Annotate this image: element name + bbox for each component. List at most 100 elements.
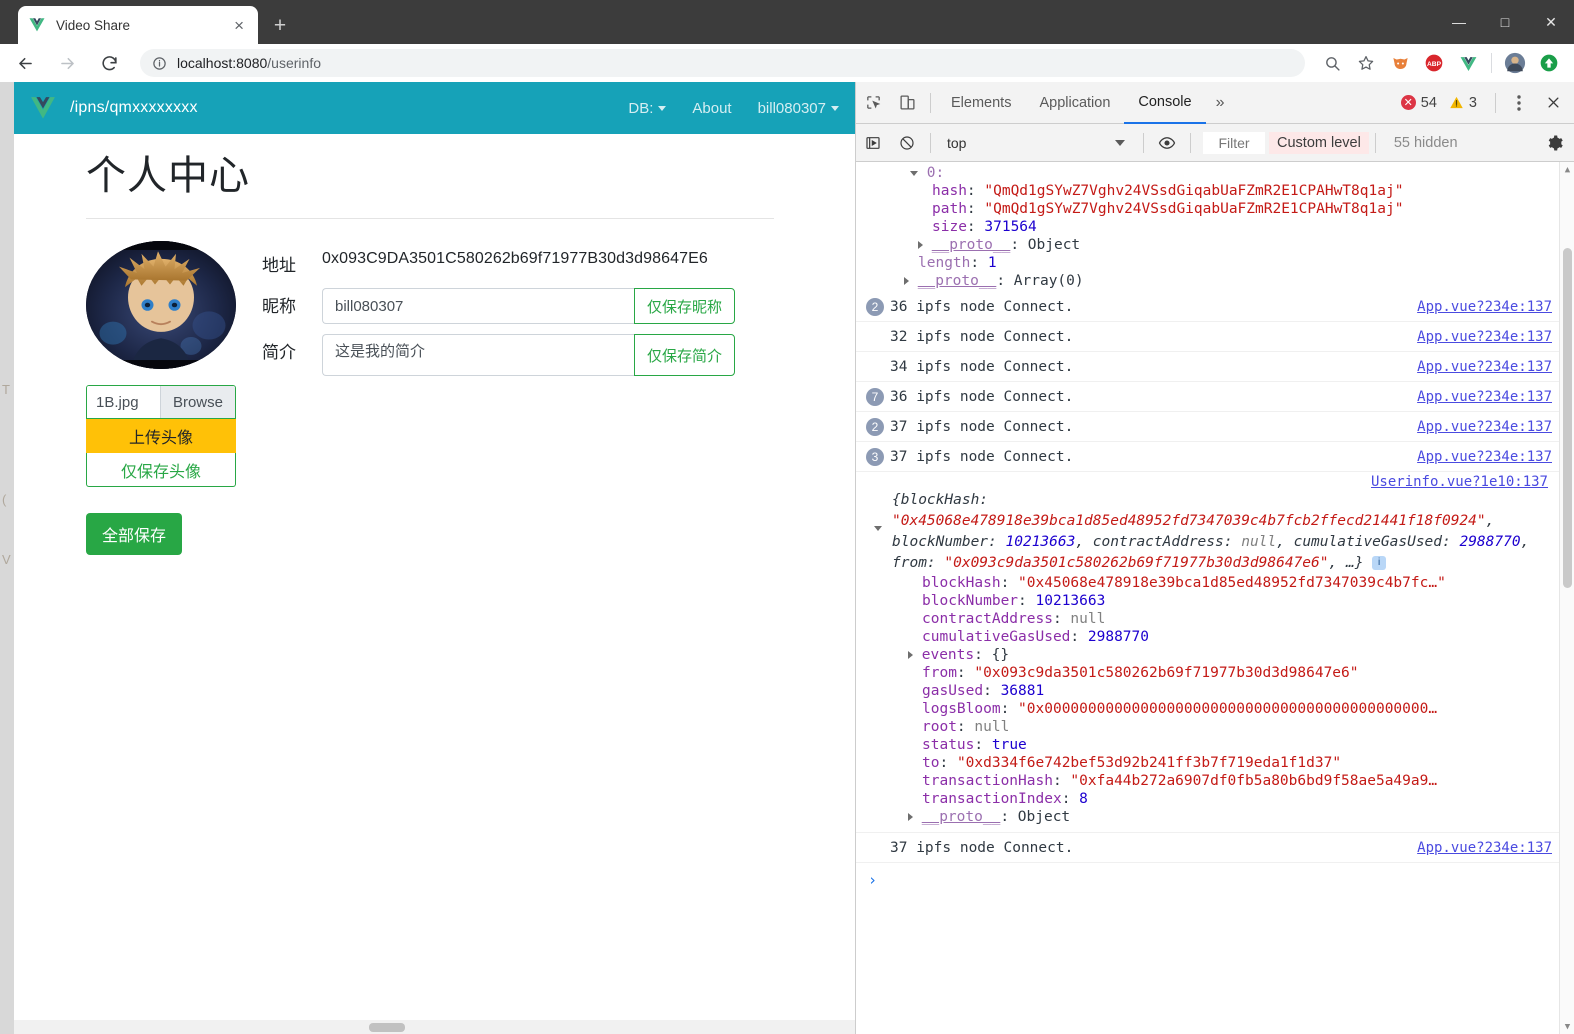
- log-message: 37 ipfs node Connect.: [890, 418, 1074, 435]
- window-minimize-button[interactable]: —: [1436, 0, 1482, 44]
- adblock-plus-icon[interactable]: ABP: [1419, 48, 1449, 78]
- object-prop-proto2[interactable]: __proto__: Array(0): [866, 272, 1550, 290]
- reload-icon[interactable]: [92, 46, 126, 80]
- extension-fox-icon[interactable]: [1385, 48, 1415, 78]
- console-scrollbar[interactable]: ▲ ▼: [1559, 162, 1574, 1034]
- log-level-selector[interactable]: Custom level: [1269, 131, 1369, 154]
- nickname-input[interactable]: [322, 288, 634, 324]
- warning-count[interactable]: 3: [1469, 95, 1477, 111]
- address-row: 地址 0x093C9DA3501C580262b69f71977B30d3d98…: [262, 247, 827, 276]
- log-message: 36 ipfs node Connect.: [890, 298, 1074, 315]
- navbar-link-user[interactable]: bill080307: [758, 100, 839, 117]
- disclosure-triangle-icon[interactable]: [904, 277, 909, 285]
- console-log-row: 34 ipfs node Connect. App.vue?234e:137: [856, 352, 1560, 382]
- file-input-row[interactable]: 1B.jpg Browse: [86, 385, 236, 419]
- receipt-preview[interactable]: {blockHash: "0x45068e478918e39bca1d85ed4…: [866, 490, 1550, 574]
- bookmark-star-icon[interactable]: [1351, 48, 1381, 78]
- browse-button[interactable]: Browse: [159, 386, 235, 418]
- receipt-property[interactable]: __proto__: Object: [866, 808, 1550, 826]
- tab-elements[interactable]: Elements: [937, 82, 1025, 124]
- save-all-button[interactable]: 全部保存: [86, 513, 183, 555]
- object-prop-path: path: "QmQd1gSYwZ7Vghv24VSsdGiqabUaFZmR2…: [932, 201, 1404, 217]
- window-controls: — □ ✕: [1436, 0, 1574, 44]
- bio-textarea[interactable]: [322, 334, 634, 376]
- log-source-link[interactable]: App.vue?234e:137: [1417, 419, 1552, 435]
- disclosure-triangle-icon[interactable]: [908, 651, 913, 660]
- execution-context-select[interactable]: top: [937, 135, 1137, 151]
- gear-icon[interactable]: [1546, 134, 1564, 152]
- object-prop-proto[interactable]: __proto__: Object: [866, 236, 1550, 254]
- disclosure-triangle-icon[interactable]: [874, 525, 882, 531]
- scroll-down-arrow-icon[interactable]: ▼: [1560, 1019, 1574, 1034]
- toolbar-divider: [930, 92, 931, 113]
- profile-section: 1B.jpg Browse 上传头像 仅保存头像 全部保存 地址 0x093C9…: [86, 241, 827, 555]
- navbar-link-db[interactable]: DB:: [628, 100, 667, 117]
- save-avatar-only-button[interactable]: 仅保存头像: [86, 453, 236, 487]
- hidden-messages-count: 55 hidden: [1393, 134, 1458, 151]
- disclosure-triangle-icon[interactable]: [910, 170, 918, 176]
- nickname-label: 昵称: [262, 297, 296, 316]
- page-horizontal-scrollbar[interactable]: [14, 1020, 855, 1034]
- back-icon[interactable]: [8, 46, 42, 80]
- receipt-property[interactable]: events: {}: [866, 646, 1550, 664]
- info-icon[interactable]: [152, 56, 167, 71]
- inspect-element-icon[interactable]: [856, 82, 890, 124]
- log-source-link[interactable]: App.vue?234e:137: [1417, 389, 1552, 405]
- navbar-brand[interactable]: /ipns/qmxxxxxxxx: [70, 99, 198, 117]
- log-source-link[interactable]: App.vue?234e:137: [1417, 329, 1552, 345]
- tab-close-icon[interactable]: ×: [230, 17, 248, 34]
- eye-icon[interactable]: [1150, 122, 1184, 164]
- log-source-link[interactable]: App.vue?234e:137: [1417, 449, 1552, 465]
- kebab-menu-icon[interactable]: [1502, 82, 1536, 124]
- tab-title: Video Share: [56, 17, 131, 33]
- receipt-property: cumulativeGasUsed: 2988770: [866, 628, 1550, 646]
- prop-value: null: [1070, 611, 1106, 628]
- scroll-up-arrow-icon[interactable]: ▲: [1560, 162, 1574, 177]
- scrollbar-thumb[interactable]: [369, 1023, 405, 1032]
- vue-devtools-icon[interactable]: [1453, 48, 1483, 78]
- upload-avatar-button[interactable]: 上传头像: [86, 419, 236, 453]
- tab-application[interactable]: Application: [1025, 82, 1124, 124]
- console-prompt[interactable]: ›: [856, 863, 1560, 897]
- address-bar[interactable]: localhost:8080/userinfo: [140, 49, 1305, 77]
- avatar-upload-controls: 1B.jpg Browse 上传头像 仅保存头像 全部保存: [86, 385, 236, 555]
- window-maximize-button[interactable]: □: [1482, 0, 1528, 44]
- navbar-link-about[interactable]: About: [692, 100, 731, 117]
- update-arrow-icon[interactable]: [1534, 48, 1564, 78]
- page-content: 个人中心 1B.jpg Browse 上传头像 仅保存头像 全部保存 地址 0x…: [14, 134, 855, 555]
- preview-value: null: [1241, 534, 1277, 551]
- scrollbar-thumb[interactable]: [1563, 248, 1572, 588]
- close-icon[interactable]: [1536, 82, 1570, 124]
- device-toolbar-icon[interactable]: [890, 82, 924, 124]
- more-tabs-icon[interactable]: »: [1206, 94, 1235, 112]
- info-badge-icon[interactable]: i: [1372, 556, 1387, 571]
- tab-console[interactable]: Console: [1124, 82, 1206, 124]
- vue-logo-icon: [31, 97, 55, 119]
- log-source-link[interactable]: App.vue?234e:137: [1417, 359, 1552, 375]
- browser-tab[interactable]: Video Share ×: [18, 6, 258, 44]
- filter-input[interactable]: Filter: [1203, 131, 1265, 154]
- profile-avatar[interactable]: [1500, 48, 1530, 78]
- window-close-button[interactable]: ✕: [1528, 0, 1574, 44]
- save-bio-button[interactable]: 仅保存简介: [634, 334, 736, 376]
- object-index-line[interactable]: 0:: [866, 164, 1550, 182]
- disclosure-triangle-icon[interactable]: [918, 241, 923, 249]
- log-source-link[interactable]: App.vue?234e:137: [1417, 299, 1552, 315]
- execute-step-icon[interactable]: [856, 122, 890, 164]
- avatar-image: [86, 241, 236, 369]
- log-source-link[interactable]: App.vue?234e:137: [1417, 840, 1552, 856]
- prop-key: events: [921, 647, 975, 664]
- prop-key: status: [922, 737, 975, 754]
- receipt-property: blockNumber: 10213663: [866, 592, 1550, 610]
- toolbar-divider: [1491, 53, 1492, 73]
- disclosure-triangle-icon[interactable]: [908, 813, 913, 822]
- error-count[interactable]: 54: [1421, 95, 1437, 111]
- zoom-search-icon[interactable]: [1317, 48, 1347, 78]
- prop-value: 36881: [1000, 683, 1045, 700]
- receipt-source-link[interactable]: Userinfo.vue?1e10:137: [866, 474, 1550, 490]
- save-nickname-button[interactable]: 仅保存昵称: [634, 288, 736, 324]
- clear-console-icon[interactable]: [890, 122, 924, 164]
- prop-key: transactionHash: [922, 773, 1053, 790]
- new-tab-button[interactable]: +: [266, 12, 294, 40]
- address-value: 0x093C9DA3501C580262b69f71977B30d3d98647…: [322, 250, 708, 267]
